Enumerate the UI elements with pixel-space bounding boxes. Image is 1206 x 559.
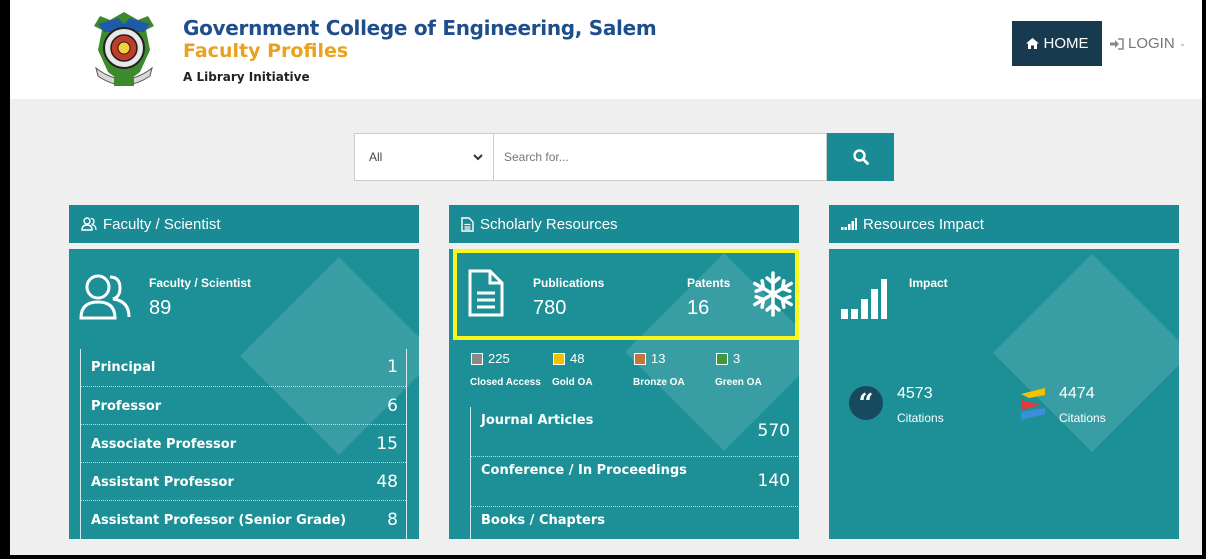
document-icon	[461, 216, 474, 232]
signal-bars-icon	[841, 218, 857, 230]
page-frame: Government College of Engineering, Salem…	[10, 0, 1202, 555]
site-header: Government College of Engineering, Salem…	[10, 0, 1202, 99]
impact-label: Impact	[909, 276, 948, 290]
impact-card-header: Resources Impact	[829, 205, 1179, 243]
search-category-select[interactable]: All	[354, 133, 494, 181]
green-oa-stat[interactable]: 3	[716, 351, 740, 366]
college-name: Government College of Engineering, Salem	[183, 16, 657, 40]
list-item[interactable]: Principal 1	[81, 349, 406, 387]
green-oa-label: Green OA	[715, 377, 762, 388]
home-button[interactable]: HOME	[1012, 21, 1102, 66]
scholarly-card-header: Scholarly Resources	[449, 205, 799, 243]
site-subtitle: Faculty Profiles	[183, 40, 349, 62]
site-tagline: A Library Initiative	[183, 70, 310, 84]
list-item[interactable]: Professor 6	[81, 387, 406, 425]
citations-count-2: 4474	[1059, 385, 1095, 402]
chevron-down-icon	[473, 153, 483, 160]
patents-count: 16	[687, 297, 710, 319]
gold-oa-stat[interactable]: 48	[553, 351, 584, 366]
citations-label-2: Citations	[1059, 411, 1106, 425]
patents-label: Patents	[687, 276, 731, 290]
gold-oa-label: Gold OA	[552, 377, 593, 388]
list-item[interactable]: Assistant Professor 48	[81, 463, 406, 501]
closed-access-label: Closed Access	[470, 377, 541, 388]
scholarly-card-body: Publications 780 Patents 16 225 Closed A…	[449, 249, 799, 539]
faculty-count-label: Faculty / Scientist	[149, 276, 252, 290]
highlight-box	[453, 249, 799, 340]
search-input[interactable]: Search for...	[494, 133, 827, 181]
closed-access-swatch	[471, 352, 483, 365]
svg-text:“: “	[859, 389, 874, 419]
home-label: HOME	[1043, 35, 1089, 52]
scholarly-card-title: Scholarly Resources	[480, 215, 618, 233]
faculty-card-title: Faculty / Scientist	[103, 215, 221, 233]
closed-access-stat[interactable]: 225	[471, 351, 510, 366]
faculty-count: 89	[149, 297, 172, 319]
login-menu[interactable]: LOGIN ⌄	[1110, 35, 1186, 52]
quote-icon: “	[849, 386, 883, 420]
impact-card-body: Impact “ 4573 Citations 4474 Citations	[829, 249, 1179, 539]
users-icon	[79, 274, 131, 320]
signal-bars-icon	[841, 279, 887, 319]
document-icon	[468, 269, 504, 317]
users-icon	[81, 217, 97, 231]
search-bar: All Search for...	[354, 133, 894, 181]
impact-card-title: Resources Impact	[863, 215, 984, 233]
search-button[interactable]	[827, 133, 894, 181]
publications-count: 780	[533, 297, 567, 319]
bronze-oa-stat[interactable]: 13	[634, 351, 665, 366]
publications-label: Publications	[533, 276, 605, 290]
list-item[interactable]: Assistant Professor (Senior Grade) 8	[81, 501, 406, 539]
snowflake-icon	[753, 271, 793, 317]
chevron-down-icon: ⌄	[1178, 38, 1187, 48]
green-oa-swatch	[716, 352, 728, 365]
login-label: LOGIN	[1128, 35, 1175, 52]
search-placeholder: Search for...	[504, 150, 569, 164]
list-item[interactable]: Associate Professor 15	[81, 425, 406, 463]
faculty-designation-list: Principal 1 Professor 6 Associate Profes…	[80, 349, 407, 539]
citations-label-1: Citations	[897, 411, 944, 425]
sign-in-icon	[1110, 37, 1124, 50]
search-icon	[852, 149, 869, 165]
list-item[interactable]: Books / Chapters	[471, 507, 799, 539]
bronze-oa-label: Bronze OA	[633, 377, 685, 388]
home-icon	[1025, 38, 1039, 49]
list-item[interactable]: Conference / In Proceedings 140	[471, 457, 799, 507]
faculty-card-header: Faculty / Scientist	[69, 205, 419, 243]
search-category-value: All	[369, 150, 383, 164]
crossref-icon	[1021, 388, 1045, 420]
gold-oa-swatch	[553, 352, 565, 365]
resource-type-list: Journal Articles 570 Conference / In Pro…	[470, 407, 799, 539]
faculty-card-body: Faculty / Scientist 89 Principal 1 Profe…	[69, 249, 419, 539]
college-logo[interactable]	[88, 10, 160, 90]
citations-count-1: 4573	[897, 385, 933, 402]
list-item[interactable]: Journal Articles 570	[471, 407, 799, 457]
bronze-oa-swatch	[634, 352, 646, 365]
